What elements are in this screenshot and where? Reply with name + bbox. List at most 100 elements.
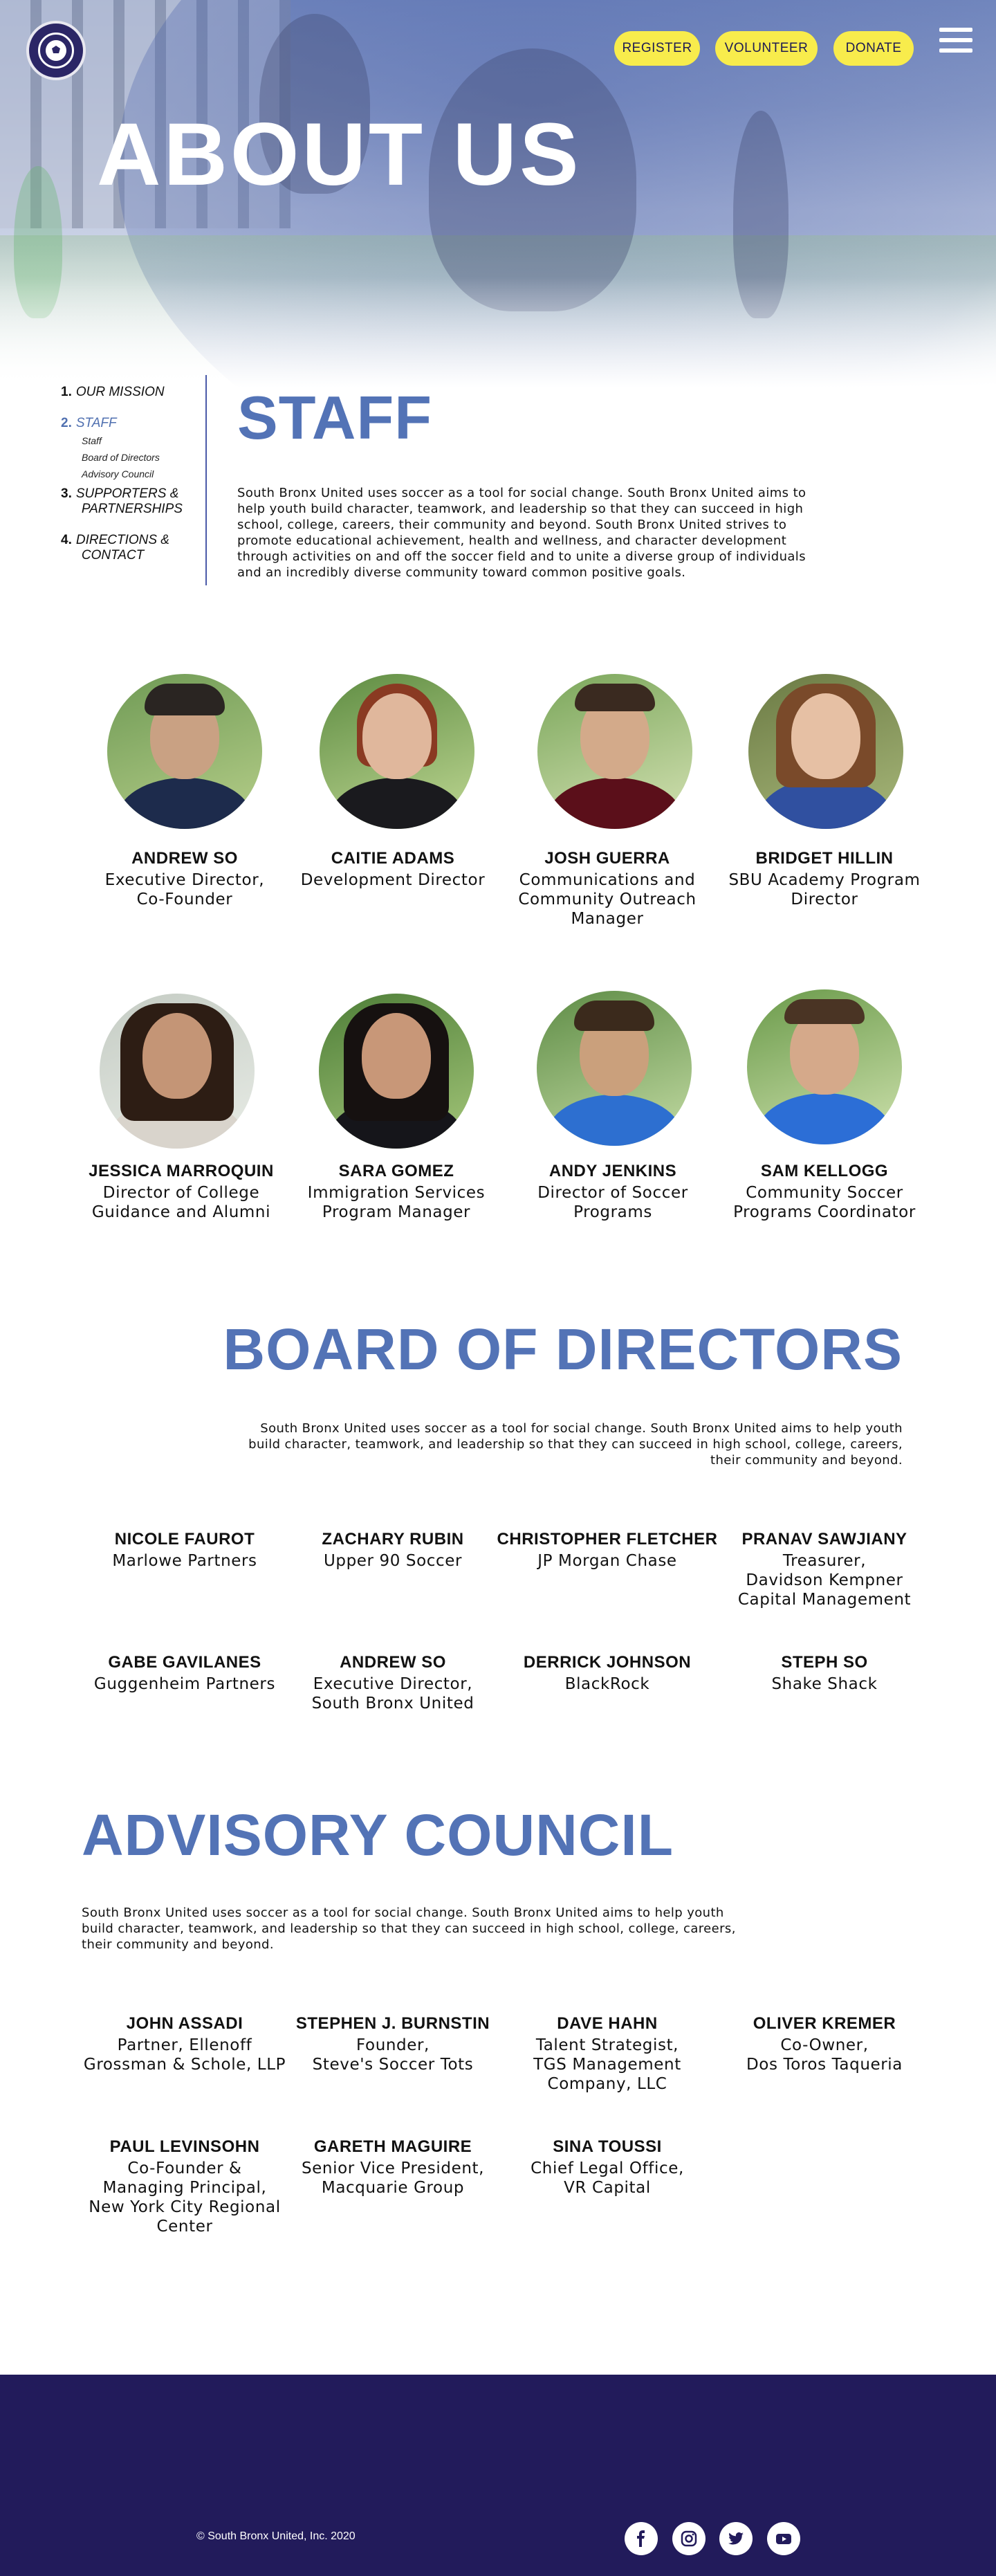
south-bronx-united-crest-icon[interactable] xyxy=(26,21,86,80)
donate-button[interactable]: DONATE xyxy=(833,31,914,66)
role-line: Company, LLC xyxy=(547,2075,667,2093)
advisory-member-role: Chief Legal Office, VR Capital xyxy=(497,2159,718,2198)
nav-label: OUR MISSION xyxy=(75,385,165,399)
intro-line: and an incredibly diverse community towa… xyxy=(237,565,686,580)
menu-bar xyxy=(939,38,972,42)
page-title: ABOUT US xyxy=(97,105,582,204)
soccer-ball-icon xyxy=(46,40,66,61)
staff-role: Immigration Services Program Manager xyxy=(293,1183,500,1222)
nav-label: SUPPORTERS & PARTNERSHIPS xyxy=(76,486,183,517)
nav-label-line: PARTNERSHIPS xyxy=(81,502,183,516)
intro-line: through activities on and off the soccer… xyxy=(237,549,806,564)
intro-line: build character, teamwork, and leadershi… xyxy=(248,1437,903,1452)
board-intro: South Bronx United uses soccer as a tool… xyxy=(211,1421,903,1468)
staff-role: Executive Director, Co-Founder xyxy=(81,870,288,909)
role-line: Programs Coordinator xyxy=(733,1203,916,1221)
advisory-title: ADVISORY COUNCIL xyxy=(82,1802,674,1867)
staff-photo-caitie-adams xyxy=(320,674,474,829)
board-member-role: Shake Shack xyxy=(721,1674,928,1694)
board-member-name: ZACHARY RUBIN xyxy=(322,1530,464,1549)
role-line: Communications and xyxy=(519,871,696,889)
role-line: Chief Legal Office, xyxy=(531,2159,684,2177)
nav-label-line: CONTACT xyxy=(81,548,145,563)
role-line: Director xyxy=(791,890,858,908)
role-line: Executive Director, xyxy=(313,1675,473,1693)
menu-bar xyxy=(939,48,972,53)
role-line: Grossman & Schole, LLP xyxy=(83,2056,286,2074)
role-line: Manager xyxy=(571,910,644,928)
role-line: Center xyxy=(156,2218,213,2236)
board-title: BOARD OF DIRECTORS xyxy=(223,1317,903,1382)
crest-inner xyxy=(38,33,74,68)
role-line: Talent Strategist, xyxy=(535,2036,679,2054)
role-line: Treasurer, xyxy=(782,1552,867,1570)
role-line: Executive Director, xyxy=(104,871,265,889)
nav-number: 2. xyxy=(61,416,72,430)
staff-role: Community Soccer Programs Coordinator xyxy=(721,1183,928,1222)
staff-name: SAM KELLOGG xyxy=(760,1162,889,1180)
nav-subitem-board[interactable]: Board of Directors xyxy=(82,449,206,466)
staff-photo-sam-kellogg xyxy=(747,989,902,1144)
advisory-member-name: DAVE HAHN xyxy=(557,2014,658,2033)
board-member-role: JP Morgan Chase xyxy=(504,1551,711,1571)
nav-label-line: DIRECTIONS & xyxy=(75,533,169,547)
role-line: Director of Soccer xyxy=(537,1184,688,1202)
role-line: Steve's Soccer Tots xyxy=(312,2056,474,2074)
role-line: Partner, Ellenoff xyxy=(117,2036,252,2054)
hamburger-menu-icon[interactable] xyxy=(939,28,972,55)
staff-intro: South Bronx United uses soccer as a tool… xyxy=(237,485,860,581)
facebook-icon[interactable] xyxy=(625,2522,658,2555)
role-line: Guggenheim Partners xyxy=(93,1675,276,1693)
register-button[interactable]: REGISTER xyxy=(614,31,700,66)
role-line: Founder, xyxy=(356,2036,430,2054)
role-line: SBU Academy Program xyxy=(728,871,921,889)
nav-item-staff[interactable]: 2. STAFF xyxy=(61,416,206,431)
nav-label: STAFF xyxy=(75,416,117,430)
advisory-member-name: GARETH MAGUIRE xyxy=(313,2137,472,2156)
advisory-member-name: PAUL LEVINSOHN xyxy=(109,2137,260,2156)
nav-number: 1. xyxy=(61,385,72,399)
role-line: Director of College xyxy=(102,1184,260,1202)
staff-photo-andy-jenkins xyxy=(537,991,692,1146)
role-line: Davidson Kempner xyxy=(746,1571,903,1589)
nav-item-directions[interactable]: 4. DIRECTIONS & CONTACT xyxy=(61,533,206,563)
role-line: New York City Regional xyxy=(89,2198,281,2216)
facebook-glyph xyxy=(637,2530,645,2547)
staff-photo-josh-guerra xyxy=(537,674,692,829)
board-member-name: STEPH SO xyxy=(781,1653,868,1672)
role-line: Co-Owner, xyxy=(780,2036,869,2054)
staff-name: JESSICA MARROQUIN xyxy=(89,1162,274,1180)
nav-subitem-staff[interactable]: Staff xyxy=(82,432,206,449)
staff-title: STAFF xyxy=(237,383,432,452)
nav-number: 3. xyxy=(61,486,72,501)
role-line: TGS Management xyxy=(533,2056,681,2074)
youtube-icon[interactable] xyxy=(767,2522,800,2555)
nav-item-supporters[interactable]: 3. SUPPORTERS & PARTNERSHIPS xyxy=(61,486,206,517)
staff-name: ANDREW SO xyxy=(131,849,238,868)
intro-line: South Bronx United uses soccer as a tool… xyxy=(82,1906,724,1920)
role-line: VR Capital xyxy=(564,2179,651,2197)
nav-subitem-advisory[interactable]: Advisory Council xyxy=(82,466,206,482)
staff-photo-sara-gomez xyxy=(319,994,474,1149)
board-member-name: DERRICK JOHNSON xyxy=(523,1653,692,1672)
intro-line: South Bronx United uses soccer as a tool… xyxy=(260,1421,903,1436)
instagram-icon[interactable] xyxy=(672,2522,706,2555)
intro-line: help youth build character, teamwork, an… xyxy=(237,502,804,516)
volunteer-button[interactable]: VOLUNTEER xyxy=(715,31,818,66)
role-line: Marlowe Partners xyxy=(112,1552,257,1570)
board-member-name: NICOLE FAUROT xyxy=(114,1530,255,1549)
advisory-member-name: OLIVER KREMER xyxy=(753,2014,896,2033)
role-line: Immigration Services xyxy=(307,1184,486,1202)
twitter-glyph xyxy=(728,2532,744,2545)
instagram-glyph xyxy=(681,2530,697,2547)
role-line: Program Manager xyxy=(322,1203,471,1221)
nav-item-our-mission[interactable]: 1. OUR MISSION xyxy=(61,385,206,400)
role-line: Guidance and Alumni xyxy=(91,1203,271,1221)
advisory-member-name: JOHN ASSADI xyxy=(126,2014,243,2033)
staff-photo-andrew-so xyxy=(107,674,262,829)
nav-label-line: SUPPORTERS & xyxy=(75,486,179,501)
staff-name: SARA GOMEZ xyxy=(338,1162,454,1180)
twitter-icon[interactable] xyxy=(719,2522,753,2555)
advisory-member-name: STEPHEN J. BURNSTIN xyxy=(295,2014,490,2033)
board-member-role: Executive Director, South Bronx United xyxy=(289,1674,497,1713)
